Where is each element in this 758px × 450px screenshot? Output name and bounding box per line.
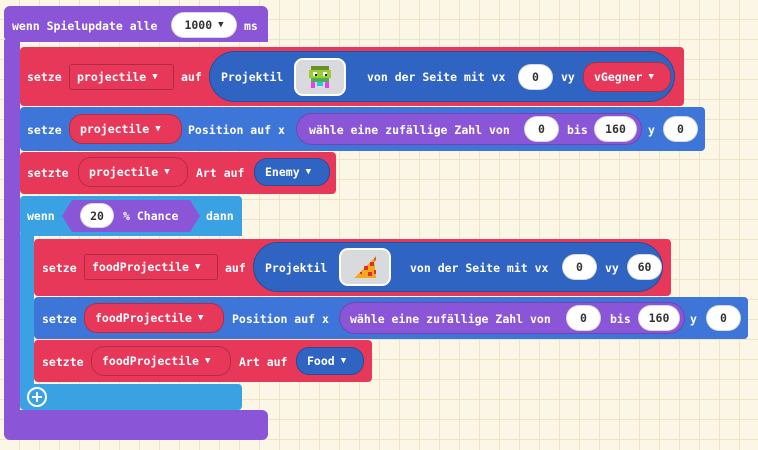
bis-label: bis [567, 123, 588, 137]
random-from-value: 0 [538, 122, 545, 136]
pizza-sprite-icon [354, 256, 376, 278]
position-label: Position auf x [188, 123, 285, 137]
art-label: Art auf [239, 355, 288, 369]
variable-name: foodProjectile [92, 260, 189, 274]
setzte-label: setzte [27, 166, 69, 180]
variable-name: projectile [80, 122, 150, 136]
projectile-variable-dropdown[interactable]: projectile ▼ [69, 114, 182, 144]
projektil-label: Projektil [221, 70, 284, 84]
setze-label: setze [42, 261, 77, 275]
chance-label: % Chance [123, 209, 179, 223]
setze-label: setze [27, 123, 62, 137]
event-label: wenn Spielupdate alle [12, 19, 158, 33]
event-block-left-arm [4, 40, 20, 412]
chevron-down-icon: ▼ [194, 262, 201, 272]
projectile-variable-dropdown[interactable]: projectile ▼ [78, 157, 188, 187]
chevron-down-icon: ▼ [197, 313, 204, 323]
interval-unit: ms [244, 19, 258, 33]
vx-input[interactable]: 0 [518, 64, 553, 90]
y-value: 0 [677, 122, 684, 136]
bis-label: bis [610, 312, 631, 326]
random-label: wähle eine zufällige Zahl von [309, 123, 510, 137]
kind-value: Food [307, 354, 335, 368]
interval-value: 1000 [184, 18, 213, 32]
vy-input[interactable]: 60 [627, 254, 662, 280]
if-block-footer [20, 384, 242, 410]
if-block-left-arm [20, 234, 34, 386]
interval-dropdown[interactable]: 1000 ▼ [171, 12, 237, 38]
random-label: wähle eine zufällige Zahl von [350, 312, 551, 326]
chevron-down-icon: ▼ [218, 20, 224, 30]
food-variable-dropdown[interactable]: foodProjectile ▼ [91, 346, 231, 376]
variable-name: foodProjectile [102, 354, 199, 368]
vy-value: 60 [637, 260, 652, 274]
enemy-sprite-icon [309, 66, 331, 88]
vy-label: vy [561, 70, 575, 84]
projektil-label: Projektil [265, 261, 328, 275]
von-label: von der Seite mit vx [367, 70, 506, 84]
random-from-input[interactable]: 0 [524, 116, 559, 142]
chevron-down-icon: ▼ [340, 356, 347, 366]
y-input[interactable]: 0 [663, 116, 698, 142]
random-to-value: 160 [648, 311, 670, 325]
chance-input[interactable]: 20 [80, 203, 114, 228]
vx-input[interactable]: 0 [562, 254, 597, 280]
sprite-image-picker[interactable] [339, 248, 391, 286]
setzte-label: setzte [42, 355, 84, 369]
setze-label: setze [42, 312, 77, 326]
variable-name: projectile [77, 70, 147, 84]
vy-variable-name: vGegner [594, 70, 643, 84]
vx-value: 0 [576, 260, 583, 274]
random-from-value: 0 [580, 311, 587, 325]
chevron-down-icon: ▼ [305, 167, 312, 177]
dann-label: dann [206, 209, 234, 223]
random-to-value: 160 [605, 122, 626, 136]
random-from-input[interactable]: 0 [566, 305, 601, 331]
random-to-input[interactable]: 160 [638, 305, 680, 331]
add-else-button[interactable] [27, 387, 47, 407]
y-label: y [648, 123, 655, 137]
auf-label: auf [181, 70, 202, 84]
position-label: Position auf x [232, 312, 329, 326]
food-variable-dropdown[interactable]: foodProjectile ▼ [84, 303, 224, 333]
wenn-label: wenn [27, 209, 55, 223]
auf-label: auf [225, 261, 246, 275]
chance-value: 20 [90, 208, 104, 223]
chevron-down-icon: ▼ [648, 72, 654, 82]
vy-label: vy [605, 261, 619, 275]
chevron-down-icon: ▼ [155, 124, 161, 134]
variable-name: projectile [89, 165, 159, 179]
vy-variable-dropdown[interactable]: vGegner ▼ [583, 62, 671, 92]
kind-value: Enemy [265, 165, 300, 179]
von-label: von der Seite mit vx [410, 261, 549, 275]
sprite-image-picker[interactable] [294, 58, 346, 96]
projectile-variable-dropdown[interactable]: projectile ▼ [69, 64, 174, 90]
y-input[interactable]: 0 [706, 305, 741, 331]
y-label: y [690, 312, 697, 326]
art-label: Art auf [196, 166, 245, 180]
event-block-footer [4, 410, 268, 440]
chevron-down-icon: ▼ [204, 356, 211, 366]
vx-value: 0 [532, 70, 539, 84]
setze-label: setze [27, 70, 62, 84]
random-to-input[interactable]: 160 [594, 116, 637, 142]
y-value: 0 [720, 311, 727, 325]
chevron-down-icon: ▼ [164, 167, 170, 177]
chevron-down-icon: ▼ [152, 72, 158, 82]
food-variable-dropdown[interactable]: foodProjectile ▼ [84, 254, 218, 280]
kind-dropdown[interactable]: Food ▼ [296, 347, 364, 375]
variable-name: foodProjectile [95, 311, 192, 325]
kind-dropdown[interactable]: Enemy ▼ [254, 158, 330, 186]
plus-icon [32, 392, 42, 402]
